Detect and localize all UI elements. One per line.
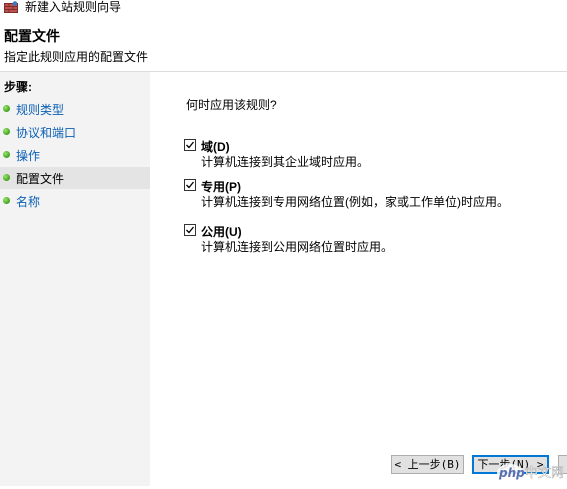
step-label: 规则类型 [16,103,65,117]
php-watermark-logo: php 中文网 [496,456,567,486]
option-description: 计算机连接到专用网络位置(例如，家或工作单位)时应用。 [201,195,509,209]
step-label: 配置文件 [16,172,65,186]
step-status-dot-icon [3,128,10,135]
checkmark-icon [186,181,195,189]
title-bar: 新建入站规则向导 [0,0,567,16]
option-domain: 域(D) 计算机连接到其企业域时应用。 [184,138,554,174]
step-rule-type[interactable]: 规则类型 [0,98,150,120]
svg-text:中文网: 中文网 [525,466,564,481]
option-description: 计算机连接到其企业域时应用。 [201,155,370,169]
step-action[interactable]: 操作 [0,144,150,166]
window-title: 新建入站规则向导 [25,0,122,14]
firewall-wizard-icon [4,1,18,13]
public-checkbox[interactable] [184,224,196,236]
step-status-dot-icon [3,151,10,158]
step-status-dot-icon [3,174,10,181]
page-title: 配置文件 [4,28,60,44]
svg-text:php: php [498,466,525,480]
question-text: 何时应用该规则? [186,98,277,112]
option-description: 计算机连接到公用网络位置时应用。 [201,240,394,254]
steps-heading: 步骤: [4,80,32,94]
steps-panel: 步骤: 规则类型 协议和端口 操作 配置文件 名称 [0,72,150,486]
back-button[interactable]: < 上一步(B) [391,455,464,474]
option-public: 公用(U) 计算机连接到公用网络位置时应用。 [184,223,554,259]
page-subtitle: 指定此规则应用的配置文件 [4,50,149,64]
step-protocol-and-ports[interactable]: 协议和端口 [0,121,150,143]
option-private: 专用(P) 计算机连接到专用网络位置(例如，家或工作单位)时应用。 [184,178,554,214]
domain-checkbox[interactable] [184,139,196,151]
wizard-header: 配置文件 指定此规则应用的配置文件 [0,16,567,72]
step-label: 名称 [16,195,41,209]
step-label: 操作 [16,149,41,163]
main-content: 何时应用该规则? 域(D) 计算机连接到其企业域时应用。 专用(P) 计算机连接… [150,72,567,486]
private-checkbox[interactable] [184,179,196,191]
step-status-dot-icon [3,105,10,112]
step-label: 协议和端口 [16,126,77,140]
step-name[interactable]: 名称 [0,190,150,212]
checkmark-icon [186,226,195,234]
step-profile[interactable]: 配置文件 [0,167,150,189]
checkmark-icon [186,141,195,149]
step-status-dot-icon [3,197,10,204]
